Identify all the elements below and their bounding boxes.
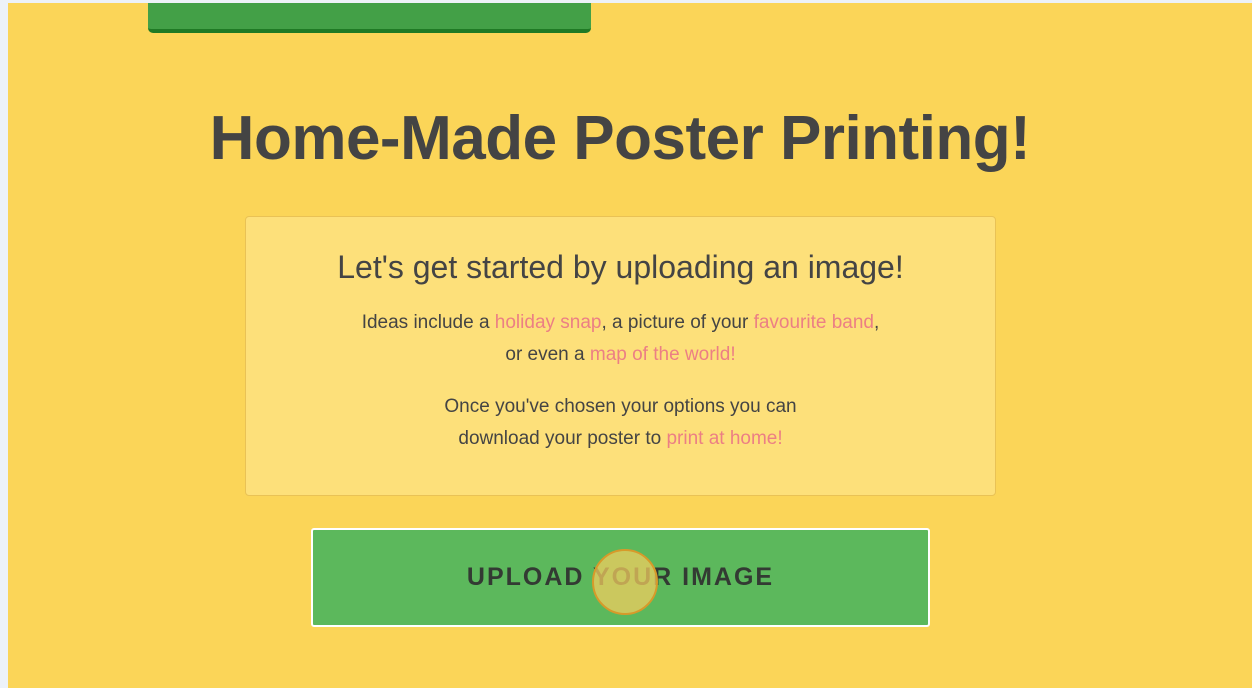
ideas-text-4: or even a [505,344,590,365]
favourite-band-link[interactable]: favourite band [754,312,874,333]
options-paragraph: Once you've chosen your options you can d… [246,391,995,455]
intro-heading: Let's get started by uploading an image! [337,249,904,285]
options-text-1: Once you've chosen your options you can [444,396,797,417]
print-at-home-link[interactable]: print at home! [666,428,782,449]
upload-button-label: UPLOAD YOUR IMAGE [466,563,775,591]
top-nav-button[interactable] [148,3,591,33]
holiday-snap-link[interactable]: holiday snap [495,312,602,333]
ideas-text-3: , [874,312,880,333]
ideas-text-2: , a picture of your [601,312,754,333]
world-map-link[interactable]: map of the world! [590,344,736,365]
options-text-2: download your poster to [458,428,667,449]
page-background: Home-Made Poster Printing! Let's get sta… [8,3,1252,688]
intro-card: Let's get started by uploading an image!… [245,216,996,496]
ideas-text-1: Ideas include a [361,312,495,333]
ideas-paragraph: Ideas include a holiday snap, a picture … [246,307,995,371]
page-title: Home-Made Poster Printing! [209,104,1031,173]
upload-image-button[interactable]: UPLOAD YOUR IMAGE [311,528,930,627]
